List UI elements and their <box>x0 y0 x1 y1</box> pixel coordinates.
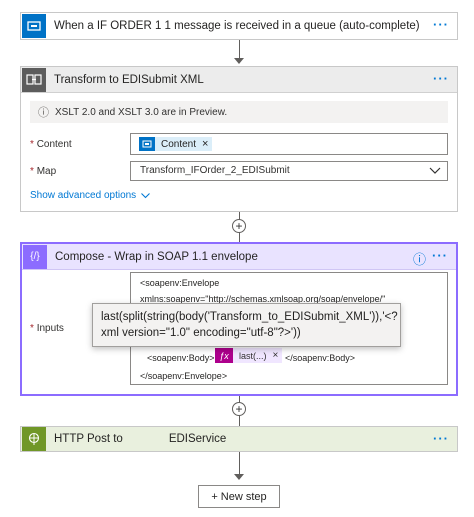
transform-title: Transform to EDISubmit XML <box>54 73 204 86</box>
http-card[interactable]: HTTP Post to EDIService ··· <box>20 426 458 452</box>
xml-transform-icon <box>22 67 46 92</box>
remove-token-icon[interactable]: × <box>202 138 208 150</box>
insert-step-button[interactable]: + <box>232 402 246 416</box>
envelope-close: </soapenv:Envelope> <box>140 371 228 381</box>
preview-notice: ⓘ XSLT 2.0 and XSLT 3.0 are in Preview. <box>30 101 448 123</box>
globe-icon <box>22 427 46 451</box>
content-token-icon <box>139 137 155 151</box>
body-open: <soapenv:Body> <box>147 353 215 363</box>
http-title-suffix: EDIService <box>168 433 227 445</box>
compose-title: Compose - Wrap in SOAP 1.1 envelope <box>55 250 258 263</box>
trigger-title: When a IF ORDER 1 1 message is received … <box>54 20 420 32</box>
map-label: * Map <box>30 166 57 177</box>
content-field[interactable]: Content × <box>130 133 448 155</box>
service-bus-icon <box>22 14 46 38</box>
notice-text: XSLT 2.0 and XSLT 3.0 are in Preview. <box>55 106 228 118</box>
function-icon: ƒx <box>215 348 233 363</box>
chevron-down-icon <box>429 167 441 174</box>
info-icon[interactable]: ⓘ <box>413 249 426 268</box>
chevron-down-icon <box>141 192 151 198</box>
compose-menu-icon[interactable]: ··· <box>432 249 448 263</box>
trigger-menu-icon[interactable]: ··· <box>433 18 449 32</box>
compose-header[interactable]: {/} Compose - Wrap in SOAP 1.1 envelope … <box>22 244 456 270</box>
connector-line <box>239 40 240 58</box>
show-advanced-link[interactable]: Show advanced options <box>30 190 151 201</box>
info-icon: ⓘ <box>38 107 49 119</box>
content-label: * Content <box>30 139 72 150</box>
trigger-header[interactable]: When a IF ORDER 1 1 message is received … <box>21 13 457 39</box>
insert-step-button[interactable]: + <box>232 219 246 233</box>
remove-token-icon[interactable]: × <box>273 350 279 361</box>
inputs-label: * Inputs <box>30 323 64 334</box>
http-header[interactable]: HTTP Post to EDIService ··· <box>21 427 457 451</box>
compose-icon: {/} <box>23 244 47 269</box>
map-select[interactable]: Transform_IFOrder_2_EDISubmit <box>130 161 448 181</box>
transform-header[interactable]: Transform to EDISubmit XML ··· <box>21 67 457 93</box>
expression-tooltip: last(split(string(body('Transform_to_EDI… <box>92 303 401 347</box>
body-close: </soapenv:Body> <box>285 353 356 363</box>
http-menu-icon[interactable]: ··· <box>433 432 449 446</box>
trigger-card[interactable]: When a IF ORDER 1 1 message is received … <box>20 12 458 40</box>
code-line: <soapenv:Envelope <box>140 278 220 288</box>
map-value: Transform_IFOrder_2_EDISubmit <box>140 165 290 176</box>
content-token[interactable]: Content × <box>139 137 213 151</box>
arrow-down-icon <box>234 58 244 64</box>
expression-token[interactable]: ƒx last(...) × <box>215 348 283 363</box>
new-step-button[interactable]: + New step <box>198 485 280 508</box>
http-title: HTTP Post to <box>54 433 123 445</box>
arrow-down-icon <box>234 474 244 480</box>
transform-menu-icon[interactable]: ··· <box>433 72 449 86</box>
